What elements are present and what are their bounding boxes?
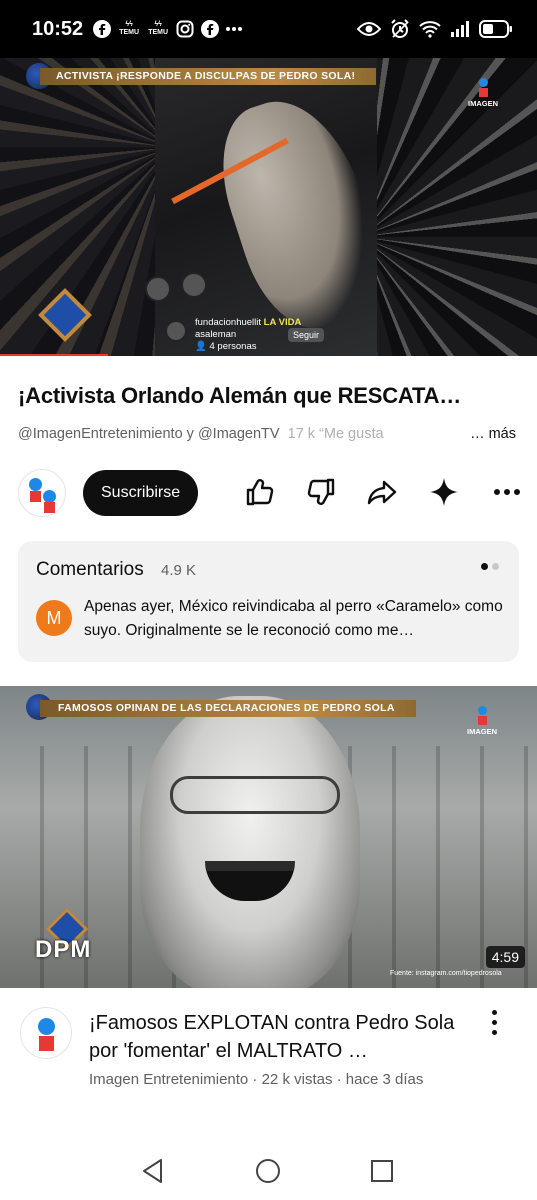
temu-icon: ϟϟ TEMU <box>119 21 140 36</box>
person-image <box>140 696 360 988</box>
next-video-thumbnail[interactable]: FAMOSOS OPINAN DE LAS DECLARACIONES DE P… <box>0 686 537 988</box>
status-time: 10:52 <box>32 17 84 40</box>
video-banner: ACTIVISTA ¡RESPONDE A DISCULPAS DE PEDRO… <box>40 68 376 85</box>
live-tag: LA VIDA <box>263 317 302 328</box>
kebab-menu-icon[interactable] <box>484 1010 504 1040</box>
duration-badge: 4:59 <box>485 946 525 968</box>
live-follow-label: Seguir <box>288 328 325 342</box>
host-avatar <box>165 320 187 342</box>
channel-avatar[interactable] <box>20 1007 72 1059</box>
thumbnail-banner: FAMOSOS OPINAN DE LAS DECLARACIONES DE P… <box>40 700 416 717</box>
viewer-avatar <box>145 276 171 302</box>
sparkle-icon[interactable] <box>426 474 462 510</box>
next-video-title[interactable]: ¡Famosos EXPLOTAN contra Pedro Sola por … <box>89 1009 469 1065</box>
comments-count: 4.9 K <box>161 562 197 579</box>
system-nav-bar <box>0 1140 537 1200</box>
video-player[interactable]: ACTIVISTA ¡RESPONDE A DISCULPAS DE PEDRO… <box>0 58 537 356</box>
eye-icon <box>357 21 381 37</box>
status-bar: 10:52 ϟϟ TEMU ϟϟ TEMU <box>0 0 537 58</box>
temu-icon: ϟϟ TEMU <box>148 21 169 36</box>
channel-avatar[interactable] <box>18 469 66 517</box>
video-likes-count: 17 k “Me gusta <box>287 426 384 442</box>
video-title[interactable]: ¡Activista Orlando Alemán que RESCATA… <box>18 383 523 409</box>
live-username: fundacionhuellit <box>195 317 262 328</box>
like-icon[interactable] <box>242 474 278 510</box>
comments-header: Comentarios <box>36 559 144 580</box>
facebook-icon <box>201 20 220 38</box>
facebook-icon <box>93 20 112 38</box>
wifi-icon <box>419 20 441 38</box>
live-overlay: fundacionhuellit LA VIDA asaleman 👤 4 pe… <box>145 270 377 356</box>
video-meta[interactable]: @ImagenEntretenimiento y @ImagenTV 17 k … <box>18 426 518 442</box>
recents-icon[interactable] <box>368 1157 396 1185</box>
dpm-watermark: DPM <box>35 936 92 963</box>
live-handle: asaleman <box>195 329 237 340</box>
comments-pager <box>481 563 499 570</box>
comment-text: Apenas ayer, México reivindicaba al perr… <box>84 598 503 639</box>
share-icon[interactable] <box>364 474 400 510</box>
action-bar: Suscribirse <box>18 466 523 520</box>
home-icon[interactable] <box>254 1157 282 1185</box>
imagen-logo: IMAGEN <box>464 706 500 736</box>
instagram-icon <box>176 20 194 38</box>
person-icon: 👤 <box>195 341 207 352</box>
battery-icon <box>479 20 513 38</box>
imagen-logo: IMAGEN <box>465 78 501 108</box>
more-link[interactable]: … más <box>462 426 516 442</box>
signal-icon <box>450 21 470 37</box>
live-viewers: 4 personas <box>209 341 257 352</box>
alarm-icon <box>390 19 410 39</box>
subscribe-button[interactable]: Suscribirse <box>83 470 199 516</box>
viewer-avatar <box>181 272 207 298</box>
dislike-icon[interactable] <box>303 474 339 510</box>
more-icon <box>226 26 243 32</box>
comments-card[interactable]: Comentarios 4.9 K M Apenas ayer, México … <box>18 541 519 662</box>
next-video-meta: Imagen Entretenimiento · 22 k vistas · h… <box>89 1071 424 1088</box>
video-channels: @ImagenEntretenimiento y @ImagenTV <box>18 426 280 442</box>
commenter-avatar: M <box>36 600 72 636</box>
back-icon[interactable] <box>139 1157 167 1185</box>
more-options-icon[interactable] <box>489 474 525 510</box>
source-credit: Fuente: instagram.com/tiopedrosola <box>390 970 502 977</box>
